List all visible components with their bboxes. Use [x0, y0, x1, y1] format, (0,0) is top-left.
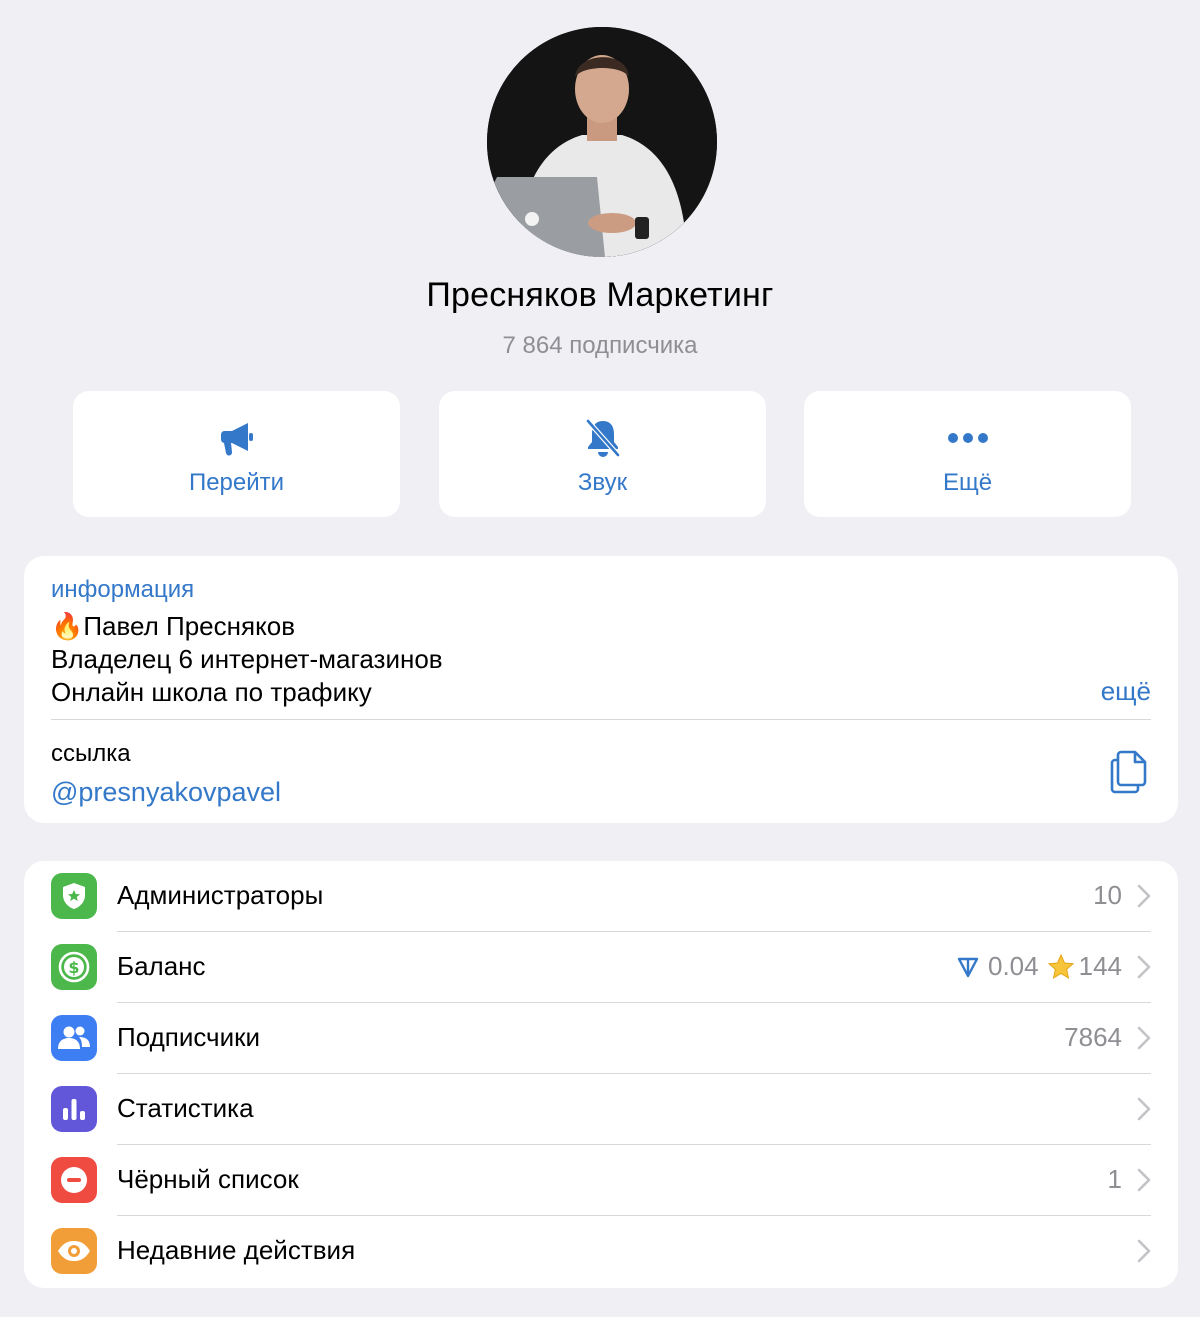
go-button-label: Перейти: [188, 469, 285, 496]
menu-item-statistics[interactable]: Статистика: [24, 1074, 1178, 1145]
go-button[interactable]: Перейти: [73, 391, 400, 517]
divider: [51, 719, 1151, 720]
channel-name: Пресняков Маркетинг: [426, 276, 774, 314]
subscribers-count: 7864: [1064, 1022, 1122, 1052]
subscribers-people-icon: [51, 1015, 97, 1061]
chevron-right-icon: [1137, 1239, 1151, 1263]
blocklist-count: 1: [1107, 1164, 1122, 1194]
star-icon: [1047, 953, 1074, 979]
menu-item-label: Баланс: [117, 951, 206, 981]
chevron-right-icon: [1137, 884, 1151, 908]
balance-value: 0.04 144: [956, 951, 1122, 982]
chevron-right-icon: [1137, 1097, 1151, 1121]
menu-item-label: Недавние действия: [117, 1235, 356, 1265]
sound-button-label: Звук: [577, 469, 628, 496]
sound-button[interactable]: Звук: [439, 391, 766, 517]
bell-slash-icon: [584, 417, 622, 459]
management-menu: Администраторы 10 $ Баланс 0.04 144 Подп…: [24, 861, 1178, 1288]
channel-link[interactable]: @presnyakovpavel: [51, 777, 281, 808]
chevron-right-icon: [1137, 1168, 1151, 1192]
menu-item-balance[interactable]: $ Баланс 0.04 144: [24, 932, 1178, 1003]
menu-item-label: Подписчики: [117, 1022, 261, 1052]
balance-dollar-icon: $: [51, 944, 97, 990]
chevron-right-icon: [1137, 1026, 1151, 1050]
more-button-label: Ещё: [942, 469, 993, 496]
info-more-link[interactable]: ещё: [1101, 676, 1151, 707]
menu-item-administrators[interactable]: Администраторы 10: [24, 861, 1178, 932]
menu-item-blocklist[interactable]: Чёрный список 1: [24, 1145, 1178, 1216]
blocklist-minus-icon: [51, 1157, 97, 1203]
channel-avatar[interactable]: [487, 27, 717, 257]
recent-actions-eye-icon: [51, 1228, 97, 1274]
info-line: 🔥Павел Пресняков: [51, 611, 296, 641]
info-header: информация: [51, 576, 195, 603]
avatar-photo: [487, 27, 717, 257]
channel-profile-page: Пресняков Маркетинг 7 864 подписчика Пер…: [0, 0, 1200, 1317]
info-line: Владелец 6 интернет-магазинов: [51, 644, 443, 674]
more-button[interactable]: Ещё: [804, 391, 1131, 517]
ton-icon: [957, 957, 979, 977]
info-description: 🔥Павел Пресняков Владелец 6 интернет-маг…: [51, 610, 443, 709]
svg-text:$: $: [68, 958, 79, 977]
stars-balance: 144: [1078, 951, 1122, 981]
link-label: ссылка: [51, 740, 131, 767]
menu-item-recent-actions[interactable]: Недавние действия: [24, 1216, 1178, 1287]
ton-balance: 0.04: [988, 951, 1039, 981]
info-card: информация 🔥Павел Пресняков Владелец 6 и…: [24, 556, 1178, 823]
menu-item-label: Чёрный список: [117, 1164, 299, 1194]
action-buttons: Перейти Звук Ещё: [73, 391, 1131, 517]
admin-shield-icon: [51, 873, 97, 919]
more-dots-icon: [947, 417, 989, 459]
subscriber-count: 7 864 подписчика: [502, 332, 698, 359]
copy-icon[interactable]: [1109, 750, 1149, 794]
megaphone-icon: [220, 417, 254, 459]
menu-item-label: Администраторы: [117, 880, 324, 910]
admin-count: 10: [1093, 880, 1122, 910]
menu-item-subscribers[interactable]: Подписчики 7864: [24, 1003, 1178, 1074]
menu-item-label: Статистика: [117, 1093, 254, 1123]
statistics-bars-icon: [51, 1086, 97, 1132]
info-line: Онлайн школа по трафику: [51, 677, 372, 707]
chevron-right-icon: [1137, 955, 1151, 979]
